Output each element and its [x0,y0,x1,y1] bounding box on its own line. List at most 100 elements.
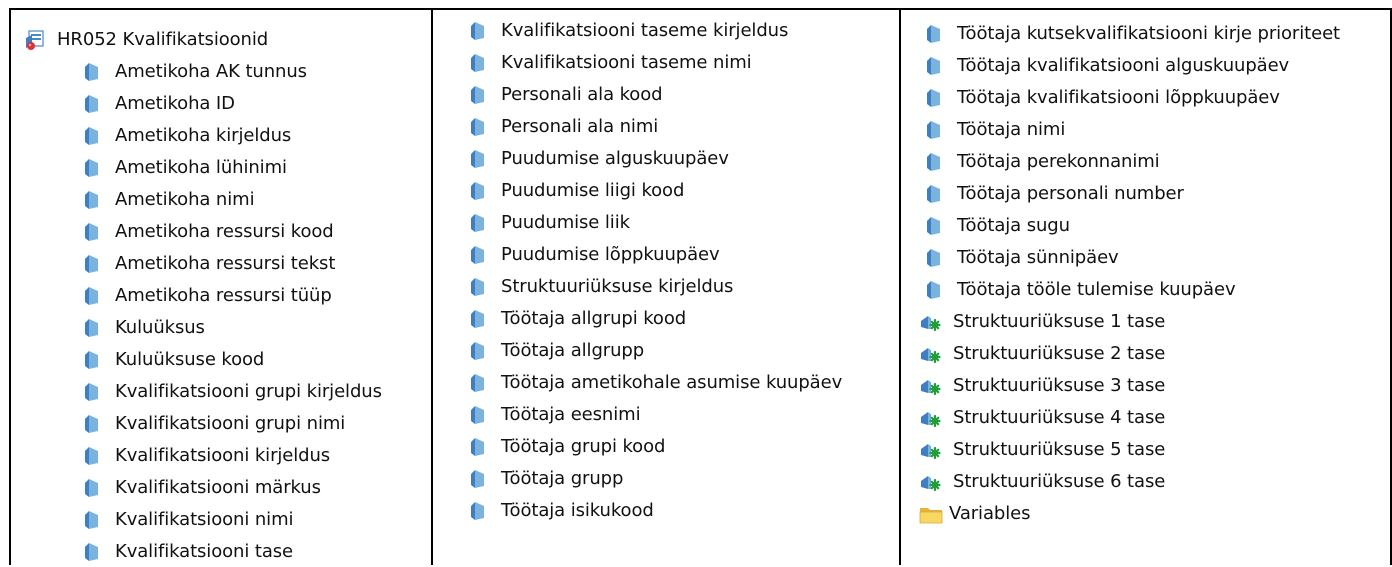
dimension-object-icon [469,437,487,457]
tree-item-label: Puudumise liigi kood [501,180,685,201]
object-tree-table: HR052 Kvalifikatsioonid Ametikoha AK tunn… [9,8,1392,565]
tree-item-label: Puudumise lõppkuupäev [501,244,720,265]
tree-item-label: Töötaja kutsekvalifikatsiooni kirje prio… [957,23,1340,44]
tree-item[interactable]: Ametikoha ressursi kood [83,218,334,246]
tree-item[interactable]: Puudumise liik [469,209,630,237]
tree-item[interactable]: Personali ala kood [469,81,663,109]
tree-item[interactable]: Töötaja sugu [925,212,1070,240]
dimension-object-icon [469,149,487,169]
tree-item[interactable]: Kvalifikatsiooni taseme kirjeldus [469,17,788,45]
tree-item[interactable]: Töötaja nimi [925,116,1065,144]
dimension-object-icon [83,254,101,274]
tree-item[interactable]: Kvalifikatsiooni taseme nimi [469,49,752,77]
tree-item-label: Puudumise alguskuupäev [501,148,729,169]
dimension-object-icon [469,341,487,361]
tree-item[interactable]: Töötaja sünnipäev [925,244,1119,272]
tree-item[interactable]: Ametikoha lühinimi [83,154,287,182]
universe-root-label: HR052 Kvalifikatsioonid [57,29,269,50]
variables-folder[interactable]: Variables [919,500,1030,528]
hierarchy-level-icon [919,312,941,332]
tree-item[interactable]: Ametikoha ressursi tüüp [83,282,332,310]
tree-item[interactable]: Töötaja kvalifikatsiooni alguskuupäev [925,52,1289,80]
tree-item-label: Kvalifikatsiooni nimi [115,509,294,530]
dimension-object-icon [83,222,101,242]
tree-item[interactable]: Kvalifikatsiooni märkus [83,474,321,502]
tree-item[interactable]: Ametikoha ressursi tekst [83,250,335,278]
hierarchy-level-item-label: Struktuuriüksuse 6 tase [953,471,1166,492]
tree-item[interactable]: Kuluüksuse kood [83,346,264,374]
hierarchy-level-icon [919,472,941,492]
tree-item[interactable]: Ametikoha nimi [83,186,255,214]
tree-item[interactable]: Puudumise alguskuupäev [469,145,729,173]
tree-item[interactable]: Kvalifikatsiooni grupi kirjeldus [83,378,382,406]
dimension-object-icon [83,94,101,114]
dimension-object-icon [925,152,943,172]
tree-item[interactable]: Töötaja isikukood [469,497,654,525]
dimension-object-icon [925,56,943,76]
tree-item-label: Töötaja ametikohale asumise kuupäev [501,372,843,393]
hierarchy-level-item[interactable]: Struktuuriüksuse 4 tase [919,404,1165,432]
tree-item[interactable]: Kvalifikatsiooni nimi [83,506,294,534]
dimension-object-icon [83,158,101,178]
dimension-object-icon [83,286,101,306]
dimension-object-icon [469,53,487,73]
tree-item-label: Kvalifikatsiooni kirjeldus [115,445,331,466]
dimension-object-icon [83,350,101,370]
tree-item[interactable]: Töötaja grupi kood [469,433,665,461]
hierarchy-level-item[interactable]: Struktuuriüksuse 3 tase [919,372,1165,400]
tree-item[interactable]: Puudumise lõppkuupäev [469,241,720,269]
dimension-object-icon [83,318,101,338]
hierarchy-level-item[interactable]: Struktuuriüksuse 2 tase [919,340,1165,368]
folder-icon [919,504,943,524]
tree-item-label: Ametikoha ressursi kood [115,221,334,242]
hierarchy-level-item[interactable]: Struktuuriüksuse 1 tase [919,308,1165,336]
dimension-object-icon [469,213,487,233]
tree-item[interactable]: Struktuuriüksuse kirjeldus [469,273,733,301]
tree-item[interactable]: Töötaja kvalifikatsiooni lõppkuupäev [925,84,1280,112]
tree-item[interactable]: Töötaja tööle tulemise kuupäev [925,276,1236,304]
hierarchy-level-icon [919,408,941,428]
dimension-object-icon [83,62,101,82]
tree-item[interactable]: Töötaja ametikohale asumise kuupäev [469,369,842,397]
tree-item[interactable]: Töötaja eesnimi [469,401,641,429]
tree-item[interactable]: Töötaja perekonnanimi [925,148,1160,176]
tree-item[interactable]: Kuluüksus [83,314,205,342]
tree-item[interactable]: Töötaja personali number [925,180,1184,208]
tree-item-label: Kuluüksuse kood [115,349,265,370]
dimension-object-icon [469,181,487,201]
tree-item[interactable]: Puudumise liigi kood [469,177,684,205]
tree-item[interactable]: Töötaja grupp [469,465,623,493]
dimension-object-icon [83,414,101,434]
tree-item[interactable]: Ametikoha AK tunnus [83,58,307,86]
tree-item-label: Ametikoha nimi [115,189,255,210]
tree-item[interactable]: Töötaja allgrupp [469,337,644,365]
tree-item-label: Kvalifikatsiooni grupi kirjeldus [115,381,382,402]
tree-item-label: Töötaja personali number [957,183,1184,204]
hierarchy-level-item[interactable]: Struktuuriüksuse 6 tase [919,468,1165,496]
tree-item-label: Struktuuriüksuse kirjeldus [501,276,734,297]
tree-item[interactable]: Kvalifikatsiooni kirjeldus [83,442,330,470]
dimension-object-icon [469,277,487,297]
hierarchy-level-item-label: Struktuuriüksuse 5 tase [953,439,1166,460]
tree-item-label: Töötaja kvalifikatsiooni lõppkuupäev [957,87,1280,108]
tree-item[interactable]: Kvalifikatsiooni grupi nimi [83,410,345,438]
tree-item[interactable]: Ametikoha ID [83,90,235,118]
tree-item[interactable]: Ametikoha kirjeldus [83,122,291,150]
tree-item-label: Töötaja isikukood [501,500,654,521]
tree-item[interactable]: Kvalifikatsiooni tase [83,538,293,566]
hierarchy-level-item[interactable]: Struktuuriüksuse 5 tase [919,436,1165,464]
tree-item-label: Personali ala nimi [501,116,659,137]
tree-item[interactable]: Personali ala nimi [469,113,658,141]
dimension-object-icon [83,510,101,530]
tree-item-label: Kvalifikatsiooni tase [115,541,293,562]
dimension-object-icon [925,184,943,204]
universe-root[interactable]: HR052 Kvalifikatsioonid [23,26,268,54]
dimension-object-icon [925,88,943,108]
tree-item-label: Kvalifikatsiooni märkus [115,477,321,498]
tree-item-label: Töötaja tööle tulemise kuupäev [957,279,1236,300]
tree-item[interactable]: Töötaja allgrupi kood [469,305,686,333]
tree-column-2: Kvalifikatsiooni taseme kirjeldus Kvalifi… [431,10,901,565]
tree-item[interactable]: Töötaja kutsekvalifikatsiooni kirje prio… [925,20,1340,48]
dimension-object-icon [469,373,487,393]
tree-item-label: Ametikoha ID [115,93,235,114]
